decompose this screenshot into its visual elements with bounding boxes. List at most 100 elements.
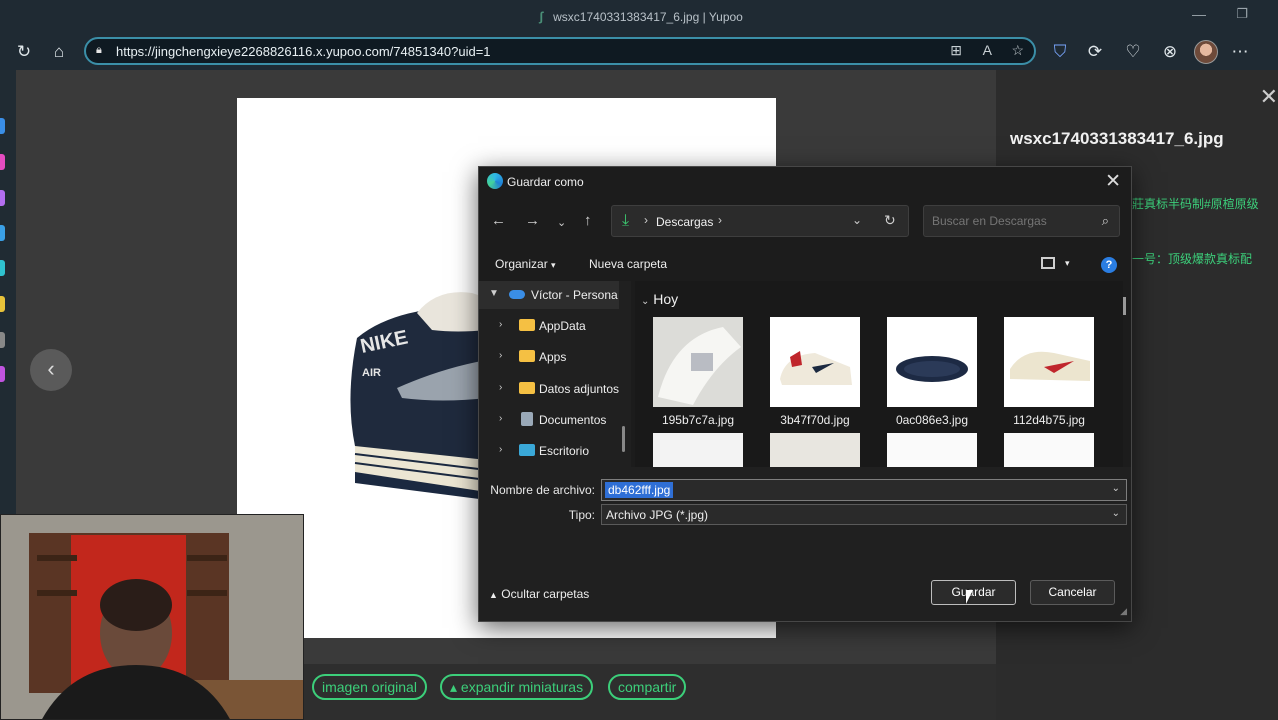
- app-available-icon[interactable]: ⊞: [950, 42, 962, 59]
- back-arrow-icon[interactable]: ←: [491, 212, 506, 229]
- more-menu-icon[interactable]: ⋯: [1228, 40, 1252, 64]
- help-icon[interactable]: ?: [1101, 257, 1117, 273]
- browser-toolbar: ↻ ⌂ 🔒︎ https://jingchengxieye2268826116.…: [0, 34, 1278, 70]
- minimize-button[interactable]: —: [1192, 6, 1206, 22]
- file-thumbnail[interactable]: [770, 433, 860, 467]
- favorite-star-icon[interactable]: ☆: [1011, 42, 1024, 59]
- thumbnail-image: [887, 317, 977, 407]
- home-icon[interactable]: ⌂: [47, 40, 71, 64]
- svg-text:AIR: AIR: [362, 367, 381, 379]
- sidebar-app-icon[interactable]: [0, 260, 5, 276]
- sidebar-app-icon[interactable]: [0, 366, 5, 382]
- forward-arrow-icon[interactable]: →: [525, 212, 540, 229]
- expand-chevron-icon[interactable]: ▼: [489, 288, 499, 299]
- maximize-button[interactable]: ❐: [1236, 6, 1248, 22]
- file-thumbnail[interactable]: [887, 317, 977, 407]
- sidebar-app-icon[interactable]: [0, 190, 5, 206]
- close-viewer-icon[interactable]: ✕: [1260, 84, 1278, 110]
- sidebar-app-icon[interactable]: [0, 225, 5, 241]
- save-button[interactable]: Guardar: [931, 580, 1016, 605]
- location-dropdown-icon[interactable]: ⌄: [852, 213, 862, 227]
- original-image-button[interactable]: imagen original: [312, 674, 427, 700]
- tree-scrollbar[interactable]: [622, 426, 625, 452]
- refresh-icon[interactable]: ↻: [884, 212, 896, 229]
- health-icon[interactable]: ♡: [1121, 40, 1145, 64]
- search-box[interactable]: ⌕: [923, 205, 1120, 237]
- filename-input[interactable]: db462fff.jpg ⌄: [601, 479, 1127, 501]
- file-thumbnail[interactable]: [770, 317, 860, 407]
- file-thumbnail[interactable]: [653, 317, 743, 407]
- reload-icon[interactable]: ↻: [12, 40, 36, 64]
- browser-title-bar: ʃ wsxc1740331383417_6.jpg | Yupoo — ❐: [0, 0, 1278, 34]
- expand-chevron-icon[interactable]: ›: [499, 444, 502, 455]
- tree-item-attachments[interactable]: › Datos adjuntos: [479, 375, 619, 403]
- file-thumbnail[interactable]: [653, 433, 743, 467]
- breadcrumb-chevron-icon: ›: [644, 213, 648, 227]
- address-bar[interactable]: 🔒︎ https://jingchengxieye2268826116.x.yu…: [84, 37, 1036, 65]
- expand-thumbnails-button[interactable]: ▴ expandir miniaturas: [440, 674, 594, 700]
- file-name[interactable]: 3b47f70d.jpg: [761, 413, 869, 427]
- image-title: wsxc1740331383417_6.jpg: [1010, 129, 1224, 148]
- group-header[interactable]: ⌄ Hoy: [641, 291, 678, 307]
- dialog-title: Guardar como: [507, 175, 584, 189]
- file-thumbnail[interactable]: [887, 433, 977, 467]
- search-icon: ⌕: [1101, 213, 1109, 228]
- expand-chevron-icon[interactable]: ›: [499, 319, 502, 330]
- view-options-icon[interactable]: [1041, 257, 1055, 269]
- expand-chevron-icon[interactable]: ›: [499, 413, 502, 424]
- folder-icon: [519, 350, 535, 362]
- tree-item-documents[interactable]: › Documentos: [479, 406, 619, 434]
- description-line: 莊真标半码制#原楦原级: [1132, 197, 1259, 211]
- edge-logo-icon: [487, 173, 503, 189]
- tree-item-desktop[interactable]: › Escritorio: [479, 437, 619, 465]
- organize-label: Organizar: [495, 257, 548, 271]
- sidebar-app-icon[interactable]: [0, 118, 5, 134]
- filetype-value: Archivo JPG (*.jpg): [606, 508, 709, 522]
- tab-title: wsxc1740331383417_6.jpg | Yupoo: [553, 10, 743, 24]
- browser-essentials-icon[interactable]: ⊗: [1158, 40, 1182, 64]
- cancel-button[interactable]: Cancelar: [1030, 580, 1115, 605]
- read-aloud-icon[interactable]: A: [983, 42, 992, 58]
- new-folder-button[interactable]: Nueva carpeta: [589, 257, 667, 271]
- file-name[interactable]: 0ac086e3.jpg: [878, 413, 986, 427]
- filetype-chevron-icon: ⌄: [1111, 508, 1120, 519]
- group-header-label: Hoy: [653, 291, 679, 307]
- share-button[interactable]: compartir: [608, 674, 687, 700]
- profile-avatar[interactable]: [1194, 40, 1218, 64]
- previous-image-button[interactable]: ‹: [30, 349, 72, 391]
- expand-chevron-icon[interactable]: ›: [499, 382, 502, 393]
- breadcrumb-chevron-icon[interactable]: ›: [718, 213, 722, 227]
- breadcrumb-downloads[interactable]: Descargas: [656, 215, 713, 229]
- file-thumbnail[interactable]: [1004, 433, 1094, 467]
- hide-folders-toggle[interactable]: ▲ Ocultar carpetas: [489, 587, 589, 601]
- tree-item-onedrive[interactable]: ▼ Víctor - Persona: [479, 281, 619, 309]
- extensions-icon[interactable]: ⟳: [1083, 40, 1107, 64]
- search-input[interactable]: [932, 214, 1092, 228]
- view-options-chevron-icon[interactable]: ▾: [1065, 258, 1070, 269]
- navigation-pane: ▼ Víctor - Persona › AppData › Apps › Da…: [479, 281, 631, 467]
- file-list: ⌄ Hoy 195b7c7a.jpg 3b47f70d.jpg 0ac086e3…: [635, 281, 1123, 467]
- organize-chevron-icon: ▾: [551, 260, 556, 270]
- location-bar[interactable]: ⤓ › Descargas › ⌄ ↻: [611, 205, 909, 237]
- sidebar-app-icon[interactable]: [0, 154, 5, 170]
- dialog-close-button[interactable]: ✕: [1105, 170, 1121, 193]
- file-list-scrollbar[interactable]: [1123, 297, 1126, 315]
- file-name[interactable]: 195b7c7a.jpg: [644, 413, 752, 427]
- recent-locations-chevron-icon[interactable]: ⌄: [557, 216, 566, 229]
- up-arrow-icon[interactable]: ↑: [584, 212, 592, 229]
- filename-history-chevron-icon[interactable]: ⌄: [1112, 483, 1120, 494]
- sidebar-app-icon[interactable]: [0, 296, 5, 312]
- expand-chevron-icon[interactable]: ›: [499, 350, 502, 361]
- tree-item-appdata[interactable]: › AppData: [479, 312, 619, 340]
- tree-item-apps[interactable]: › Apps: [479, 343, 619, 371]
- file-thumbnail[interactable]: [1004, 317, 1094, 407]
- group-collapse-icon: ⌄: [641, 296, 650, 307]
- filetype-select[interactable]: Archivo JPG (*.jpg) ⌄: [601, 504, 1127, 525]
- tree-item-label: AppData: [539, 319, 586, 333]
- file-name[interactable]: 112d4b75.jpg: [995, 413, 1103, 427]
- tree-item-label: Víctor - Persona: [531, 288, 618, 302]
- resize-grip-icon[interactable]: ◢: [1120, 606, 1127, 617]
- shield-extension-icon[interactable]: ⛉: [1048, 40, 1072, 64]
- organize-menu[interactable]: Organizar ▾: [495, 257, 556, 271]
- sidebar-app-icon[interactable]: [0, 332, 5, 348]
